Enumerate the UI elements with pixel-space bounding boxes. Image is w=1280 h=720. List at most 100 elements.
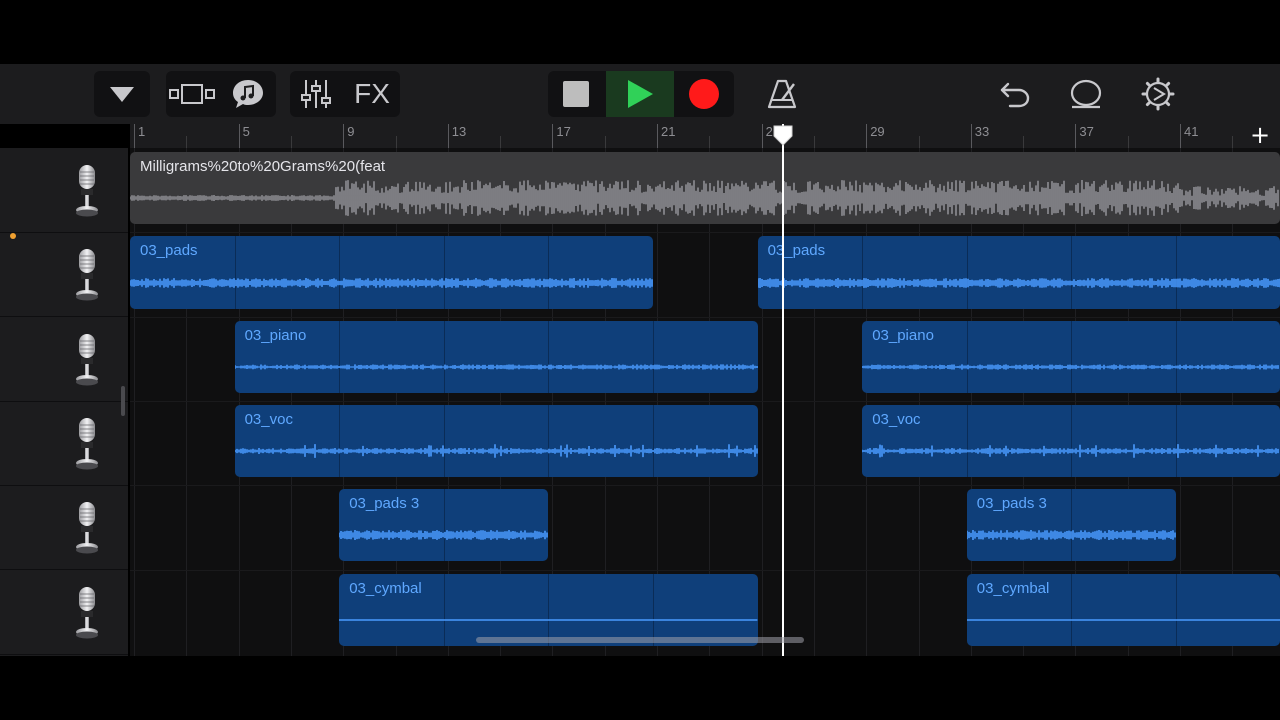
waveform — [339, 619, 758, 621]
arrange-area[interactable]: Milligrams%20to%20Grams%20(feat 03_pads 03… — [130, 148, 1280, 656]
playhead-line[interactable] — [782, 124, 784, 656]
header-resize-handle[interactable] — [121, 386, 125, 416]
tracks-view-button[interactable] — [166, 71, 218, 117]
region-label: 03_pads — [767, 242, 826, 260]
region-pads[interactable]: 03_pads — [130, 236, 653, 309]
fx-button[interactable]: FX — [346, 71, 398, 117]
ruler-bar-number: 41 — [1184, 124, 1199, 139]
track-header-pads[interactable] — [0, 232, 128, 318]
region-cymbal[interactable]: 03_cymbal — [966, 573, 1280, 646]
region-label: 03_voc — [244, 410, 293, 428]
track-header-voc[interactable] — [0, 401, 128, 486]
region-pads[interactable]: 03_pads — [757, 236, 1280, 309]
settings-button[interactable] — [1134, 71, 1182, 117]
ruler-minor-tick — [290, 136, 292, 148]
region-voc[interactable]: 03_voc — [862, 404, 1280, 478]
transport-group — [548, 71, 734, 117]
ruler-major-tick — [447, 124, 449, 148]
ruler-minor-tick — [1023, 136, 1025, 148]
ruler-bar-number: 33 — [974, 124, 990, 139]
lane-separator — [130, 569, 1280, 571]
track-header-pads3[interactable] — [0, 485, 128, 571]
region-label: 03_cymbal — [349, 579, 422, 597]
track-headers — [0, 148, 128, 656]
region-piano[interactable]: 03_piano — [862, 320, 1280, 393]
ruler-minor-tick — [186, 136, 188, 148]
record-button[interactable] — [676, 71, 732, 117]
ruler-bar-number: 29 — [870, 124, 885, 139]
ruler-major-tick — [1180, 124, 1181, 148]
loop-button[interactable] — [1062, 71, 1110, 117]
ruler-minor-tick — [604, 136, 606, 148]
track-view-menu-button[interactable] — [94, 71, 150, 117]
ruler-minor-tick — [395, 136, 397, 148]
ruler-bar-number: 37 — [1079, 124, 1094, 139]
region-voc[interactable]: 03_voc — [234, 404, 758, 478]
waveform — [862, 364, 1279, 370]
microphone-icon — [76, 586, 98, 638]
loop-browser-button[interactable] — [222, 71, 274, 117]
microphone-icon — [76, 249, 98, 301]
region-piano[interactable]: 03_piano — [234, 320, 758, 393]
view-group — [166, 71, 276, 117]
region-label: 03_cymbal — [976, 579, 1050, 597]
ruler-minor-tick — [813, 136, 815, 148]
track-header-piano[interactable] — [0, 317, 128, 402]
lane-separator — [130, 485, 1280, 487]
metronome-icon — [767, 79, 797, 109]
region-label: 03_pads 3 — [976, 495, 1047, 513]
grid-line — [761, 148, 763, 656]
ruler-major-tick — [970, 124, 972, 148]
undo-icon — [1000, 82, 1030, 108]
microphone-icon — [76, 502, 98, 554]
add-track-button[interactable]: + — [1248, 123, 1272, 148]
lane-separator — [130, 400, 1280, 402]
ruler-bar-number: 9 — [347, 124, 355, 139]
garageband-app: FX 1 5 9 13 17 21 25 29 33 37 41 + Milli… — [0, 0, 1280, 720]
ruler-major-tick — [552, 124, 554, 148]
sliders-icon — [301, 80, 331, 108]
ruler-bar-number: 5 — [242, 124, 250, 139]
ruler-major-tick — [343, 124, 345, 148]
track-header-cymbal[interactable] — [0, 570, 128, 655]
microphone-icon — [76, 417, 98, 470]
region-label: 03_pads — [140, 242, 198, 260]
ruler-major-tick — [238, 124, 240, 148]
region-pads3[interactable]: 03_pads 3 — [966, 489, 1176, 562]
ruler-major-tick — [1075, 124, 1077, 148]
waveform — [234, 364, 758, 370]
grid-line — [186, 148, 188, 656]
region-pads3[interactable]: 03_pads 3 — [339, 489, 549, 562]
ruler-minor-tick — [500, 136, 502, 148]
stop-button[interactable] — [548, 71, 604, 117]
fx-label: FX — [354, 78, 390, 109]
waveform — [966, 530, 1176, 541]
grid-line — [918, 148, 920, 656]
ruler-minor-tick — [918, 136, 920, 148]
play-button[interactable] — [606, 71, 674, 117]
horizontal-scrollbar[interactable] — [476, 637, 804, 643]
waveform — [130, 180, 1279, 217]
ruler-major-tick — [134, 124, 135, 148]
region-label: 03_piano — [244, 326, 307, 344]
region-cymbal[interactable]: 03_cymbal — [339, 573, 758, 646]
triangle-down-icon — [110, 87, 134, 102]
undo-button[interactable] — [992, 71, 1038, 117]
timeline-ruler[interactable]: 1 5 9 13 17 21 25 29 33 37 41 — [130, 124, 1280, 149]
metronome-button[interactable] — [758, 71, 806, 117]
region-label: 03_voc — [872, 410, 921, 428]
ruler-minor-tick — [1127, 136, 1129, 148]
mixer-button[interactable] — [290, 71, 342, 117]
region-master[interactable]: Milligrams%20to%20Grams%20(feat — [130, 152, 1280, 225]
playhead-handle[interactable] — [772, 124, 794, 146]
track-marker-dot — [10, 233, 16, 239]
grid-line — [238, 148, 240, 656]
microphone-icon — [76, 333, 98, 386]
lane-separator — [130, 316, 1280, 318]
ruler-bar-number: 13 — [451, 124, 467, 139]
track-header-master[interactable] — [0, 148, 128, 233]
region-label: 03_piano — [872, 326, 934, 344]
speech-bubble-note-icon — [233, 80, 263, 108]
ruler-bar-number: 21 — [661, 124, 676, 139]
region-label: Milligrams%20to%20Grams%20(feat — [140, 158, 386, 175]
